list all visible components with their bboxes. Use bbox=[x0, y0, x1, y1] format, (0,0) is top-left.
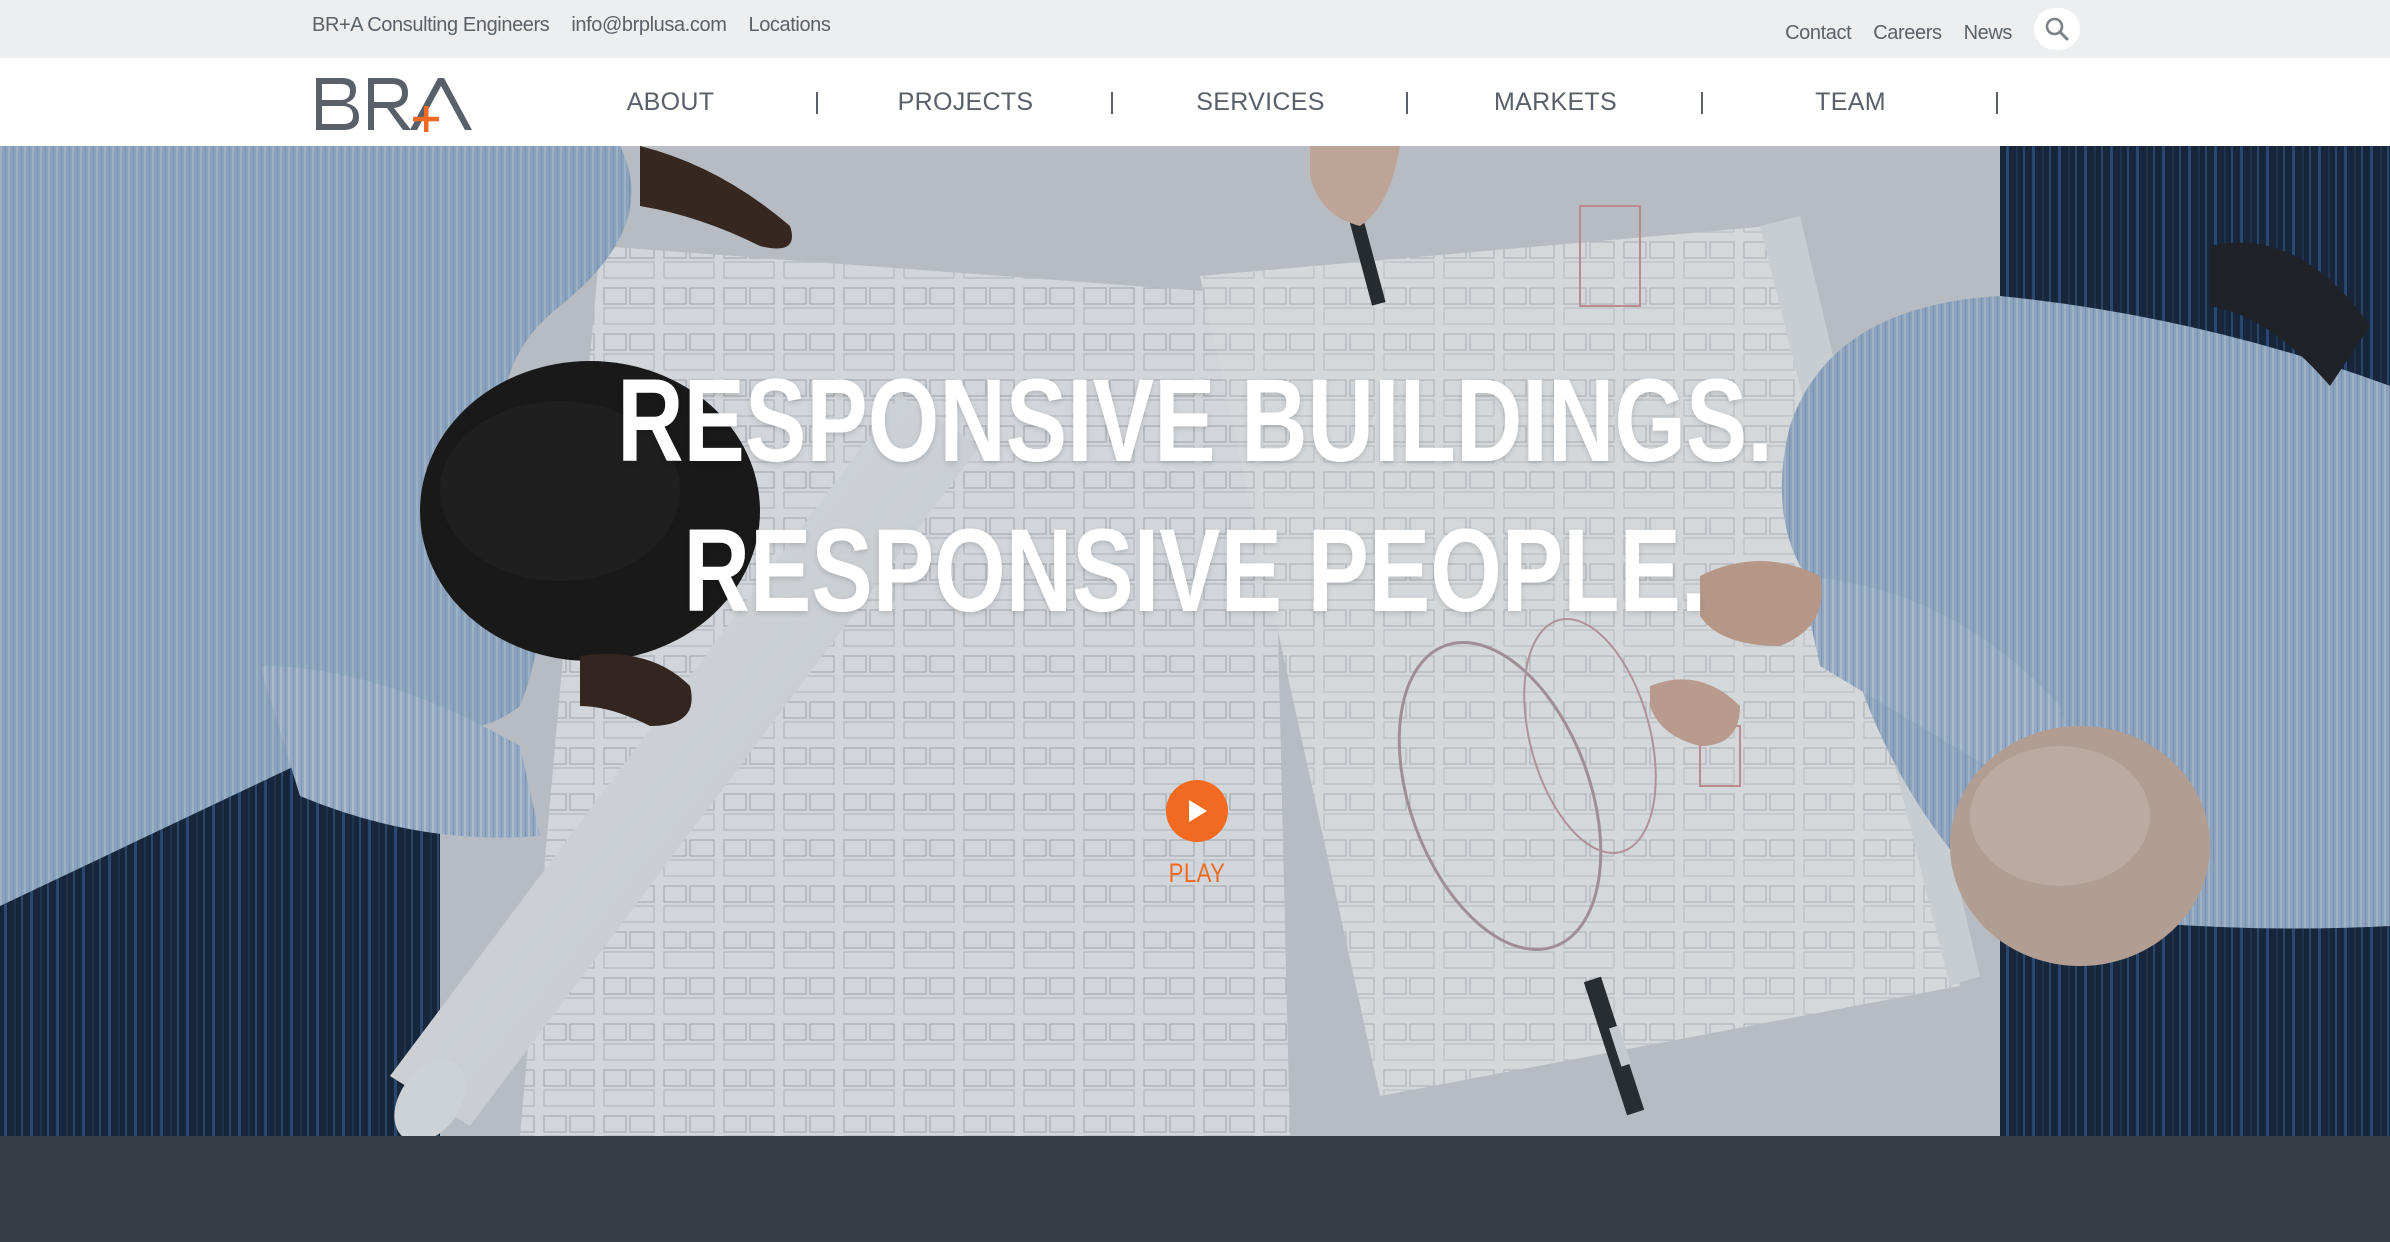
bra-logo[interactable] bbox=[312, 76, 472, 132]
search-button[interactable] bbox=[2034, 8, 2080, 50]
locations-link[interactable]: Locations bbox=[748, 14, 830, 37]
utility-bar: BR+A Consulting Engineers info@brplusa.c… bbox=[0, 0, 2390, 58]
news-link[interactable]: News bbox=[1964, 14, 2013, 45]
nav-item-about[interactable]: ABOUT bbox=[523, 58, 818, 146]
hero-headline: RESPONSIVE BUILDINGS. RESPONSIVE PEOPLE. bbox=[263, 346, 2127, 646]
nav-item-markets[interactable]: MARKETS bbox=[1408, 58, 1703, 146]
nav-menu: ABOUT PROJECTS SERVICES MARKETS TEAM bbox=[523, 58, 1998, 146]
main-navigation: ABOUT PROJECTS SERVICES MARKETS TEAM bbox=[0, 58, 2390, 146]
utility-right-links: Contact Careers News bbox=[1785, 8, 2080, 50]
utility-left-links: BR+A Consulting Engineers info@brplusa.c… bbox=[312, 14, 831, 37]
email-link[interactable]: info@brplusa.com bbox=[571, 14, 726, 37]
play-video-control[interactable]: PLAY bbox=[1135, 780, 1259, 889]
nav-item-team[interactable]: TEAM bbox=[1703, 58, 1998, 146]
company-name-link[interactable]: BR+A Consulting Engineers bbox=[312, 14, 550, 37]
hero-headline-line-2: RESPONSIVE PEOPLE. bbox=[683, 505, 1707, 637]
contact-link[interactable]: Contact bbox=[1785, 14, 1852, 45]
nav-item-services[interactable]: SERVICES bbox=[1113, 58, 1408, 146]
content-section-dark bbox=[0, 1136, 2390, 1242]
hero-headline-line-1: RESPONSIVE BUILDINGS. bbox=[617, 355, 1773, 487]
hero-video-banner: RESPONSIVE BUILDINGS. RESPONSIVE PEOPLE.… bbox=[0, 146, 2390, 1136]
search-icon bbox=[2045, 17, 2069, 41]
nav-item-projects[interactable]: PROJECTS bbox=[818, 58, 1113, 146]
play-button[interactable] bbox=[1166, 780, 1228, 842]
careers-link[interactable]: Careers bbox=[1873, 14, 1942, 45]
play-label[interactable]: PLAY bbox=[1146, 858, 1248, 889]
play-icon bbox=[1189, 800, 1207, 822]
